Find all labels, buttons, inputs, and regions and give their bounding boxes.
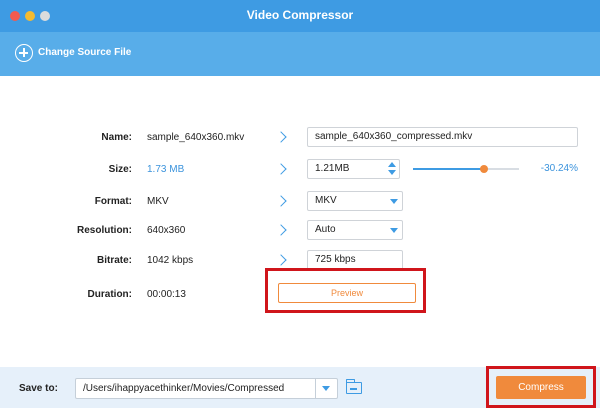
resolution-select-value: Auto [315, 224, 336, 235]
size-slider[interactable] [413, 165, 519, 173]
save-path-value: /Users/ihappyacethinker/Movies/Compresse… [83, 383, 285, 394]
source-name-value: sample_640x360.mkv [147, 132, 245, 143]
save-path-select[interactable]: /Users/ihappyacethinker/Movies/Compresse… [75, 378, 338, 399]
title-bar: Video Compressor [0, 0, 600, 32]
name-label: Name: [101, 132, 132, 143]
source-bitrate-value: 1042 kbps [147, 255, 194, 266]
chevron-right-icon [275, 224, 287, 236]
change-source-file-button[interactable]: Change Source File [38, 47, 131, 58]
stepper-up-icon[interactable] [388, 162, 396, 167]
add-circle-icon[interactable] [15, 44, 33, 62]
size-stepper-icon[interactable] [387, 160, 398, 178]
resolution-label: Resolution: [77, 225, 132, 236]
slider-fill [413, 168, 485, 170]
size-label: Size: [108, 164, 132, 175]
dropdown-arrow-icon [390, 228, 398, 233]
slider-knob[interactable] [480, 165, 489, 173]
bitrate-label: Bitrate: [96, 255, 132, 266]
dropdown-arrow-icon[interactable] [322, 386, 330, 391]
source-duration-value: 00:00:13 [147, 289, 186, 300]
preview-highlight-box [265, 268, 426, 313]
source-size-value: 1.73 MB [147, 164, 185, 175]
duration-label: Duration: [87, 289, 132, 300]
dropdown-arrow-icon [390, 199, 398, 204]
save-to-label: Save to: [19, 383, 58, 394]
stepper-down-icon[interactable] [388, 170, 396, 175]
output-bitrate-field[interactable]: 725 kbps [307, 250, 403, 270]
source-format-value: MKV [147, 196, 169, 207]
format-select-value: MKV [315, 195, 337, 206]
size-reduction-percent: -30.24% [540, 163, 578, 174]
resolution-select[interactable]: Auto [307, 220, 403, 240]
path-divider [315, 379, 316, 398]
chevron-right-icon [275, 195, 287, 207]
format-select[interactable]: MKV [307, 191, 403, 211]
window-title: Video Compressor [246, 8, 354, 22]
source-resolution-value: 640x360 [147, 225, 186, 236]
compress-highlight-box [486, 366, 596, 408]
chevron-right-icon [275, 163, 287, 175]
toolbar: Change Source File [0, 32, 600, 76]
output-size-value: 1.21MB [315, 163, 350, 174]
chevron-right-icon [275, 254, 287, 266]
folder-icon[interactable] [345, 379, 362, 394]
output-name-field[interactable]: sample_640x360_compressed.mkv [307, 127, 578, 147]
chevron-right-icon [275, 131, 287, 143]
format-label: Format: [94, 196, 132, 207]
